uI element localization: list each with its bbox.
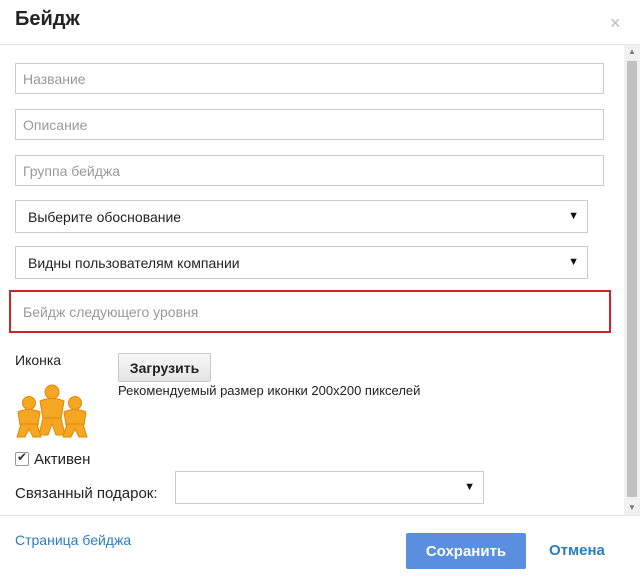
reason-select-value: Выберите обоснование — [28, 209, 182, 225]
vertical-scrollbar[interactable]: ▲ ▼ — [624, 45, 640, 515]
scroll-up-arrow-icon[interactable]: ▲ — [624, 45, 640, 59]
active-label: Активен — [34, 451, 91, 468]
dialog-title: Бейдж — [15, 8, 80, 30]
badge-page-link[interactable]: Страница бейджа — [15, 532, 131, 548]
caret-down-icon: ▼ — [568, 210, 579, 222]
linked-gift-label: Связанный подарок: — [15, 485, 158, 502]
reason-select[interactable]: Выберите обоснование ▼ — [15, 200, 588, 233]
cancel-button[interactable]: Отмена — [549, 542, 605, 559]
footer-divider — [0, 515, 640, 516]
icon-label: Иконка — [15, 352, 62, 368]
description-input[interactable] — [15, 109, 604, 140]
next-level-badge-input[interactable] — [9, 290, 611, 333]
check-icon: ✔ — [17, 450, 28, 464]
caret-down-icon: ▼ — [464, 481, 475, 493]
header-divider — [0, 44, 640, 45]
upload-button[interactable]: Загрузить — [118, 353, 211, 382]
active-checkbox[interactable]: ✔ — [15, 450, 29, 466]
badge-group-input[interactable] — [15, 155, 604, 186]
visibility-select-value: Видны пользователям компании — [28, 255, 240, 271]
visibility-select[interactable]: Видны пользователям компании ▼ — [15, 246, 588, 279]
name-input[interactable] — [15, 63, 604, 94]
badge-people-icon — [16, 384, 88, 438]
scroll-thumb[interactable] — [627, 61, 637, 497]
close-icon[interactable]: × — [610, 14, 621, 32]
icon-size-hint: Рекомендуемый размер иконки 200x200 пикс… — [118, 383, 421, 398]
caret-down-icon: ▼ — [568, 256, 579, 268]
save-button[interactable]: Сохранить — [406, 533, 526, 569]
linked-gift-select[interactable]: ▼ — [175, 471, 484, 504]
scroll-down-arrow-icon[interactable]: ▼ — [624, 501, 640, 515]
active-toggle[interactable]: ✔ Активен — [15, 450, 91, 468]
